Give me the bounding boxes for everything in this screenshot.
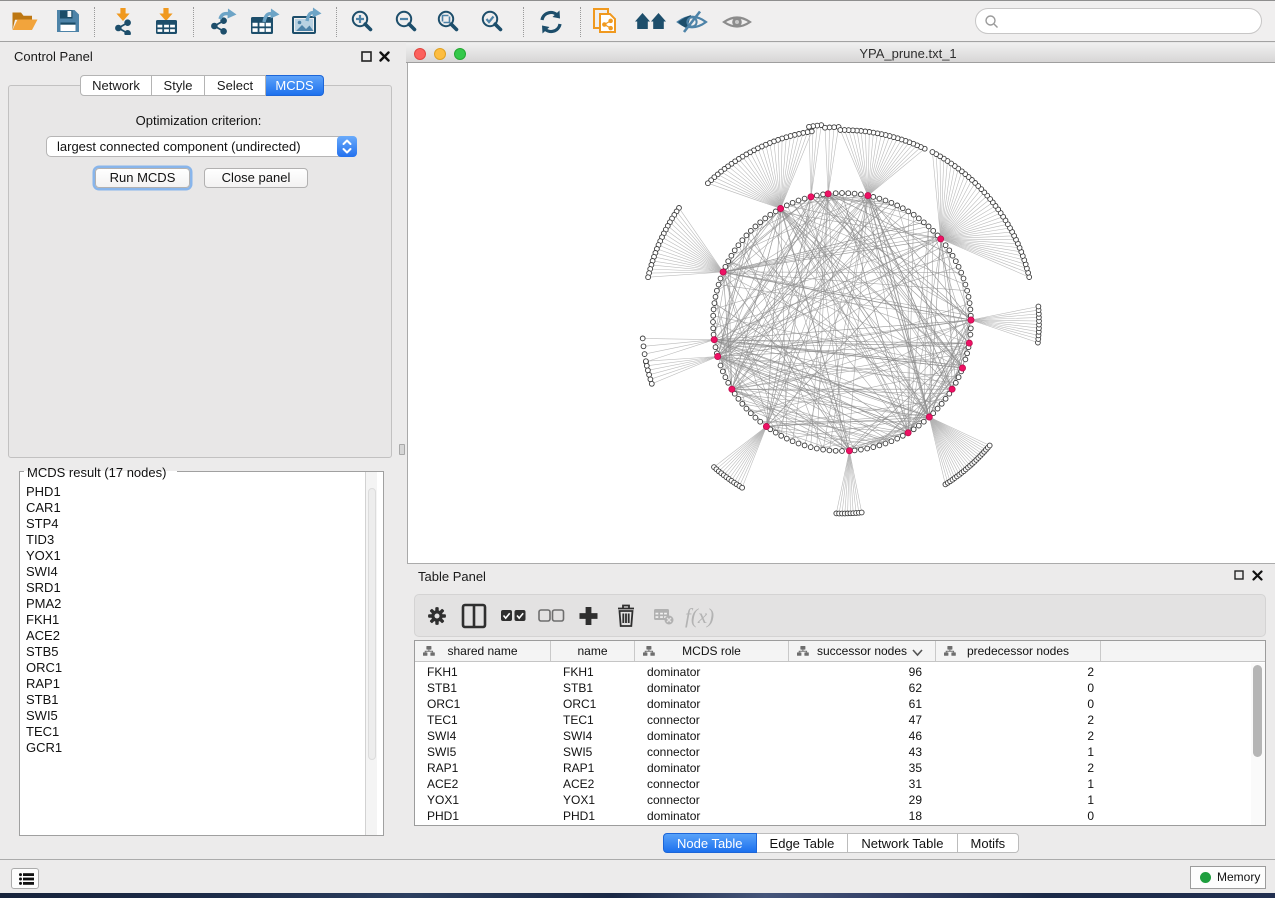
svg-text:f(x): f(x) [685, 604, 714, 628]
